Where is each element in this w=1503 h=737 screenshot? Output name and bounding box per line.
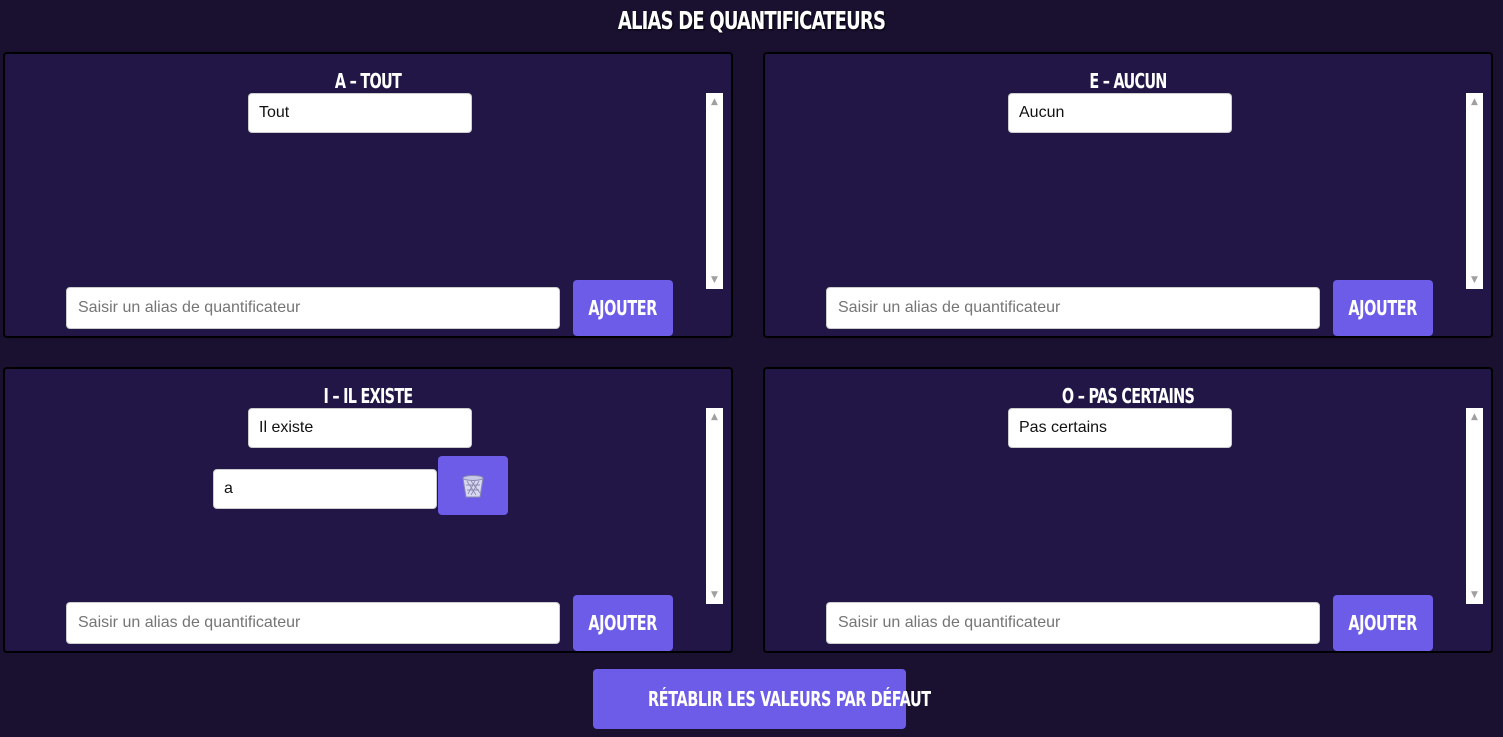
panel-title: O – PAS CERTAINS — [1061, 384, 1195, 408]
reset-defaults-button[interactable]: RÉTABLIR LES VALEURS PAR DÉFAUT — [593, 669, 931, 729]
scroll-up-icon[interactable]: ▲ — [1466, 410, 1483, 424]
panel-i: I – IL EXISTE Il existe a ▲ ▼ Saisir un … — [3, 367, 733, 653]
scroll-down-icon[interactable]: ▼ — [1466, 273, 1483, 287]
panel-a: A – TOUT Tout ▲ ▼ Saisir un alias de qua… — [3, 52, 733, 338]
add-button[interactable]: AJOUTER — [573, 595, 673, 651]
add-button-label: AJOUTER — [1348, 611, 1418, 635]
panel-title: A – TOUT — [334, 69, 402, 93]
page-title: ALIAS DE QUANTIFICATEURS — [617, 6, 886, 35]
scroll-down-icon[interactable]: ▼ — [1466, 588, 1483, 602]
add-button[interactable]: AJOUTER — [1333, 280, 1433, 336]
scroll-up-icon[interactable]: ▲ — [1466, 95, 1483, 109]
delete-alias-button[interactable] — [438, 456, 508, 515]
alias-field[interactable]: Il existe — [248, 408, 472, 448]
scroll-down-icon[interactable]: ▼ — [706, 273, 723, 287]
add-button[interactable]: AJOUTER — [1333, 595, 1433, 651]
add-alias-input[interactable]: Saisir un alias de quantificateur — [66, 287, 560, 329]
add-alias-input[interactable]: Saisir un alias de quantificateur — [66, 602, 560, 644]
alias-field[interactable]: a — [213, 469, 437, 509]
add-button-label: AJOUTER — [588, 296, 658, 320]
alias-field[interactable]: Aucun — [1008, 93, 1232, 133]
add-button-label: AJOUTER — [1348, 296, 1418, 320]
panel-title: I – IL EXISTE — [323, 384, 413, 408]
panel-o: O – PAS CERTAINS Pas certains ▲ ▼ Saisir… — [763, 367, 1493, 653]
add-alias-input[interactable]: Saisir un alias de quantificateur — [826, 287, 1320, 329]
add-alias-input[interactable]: Saisir un alias de quantificateur — [826, 602, 1320, 644]
panel-e: E – AUCUN Aucun ▲ ▼ Saisir un alias de q… — [763, 52, 1493, 338]
scrollbar[interactable]: ▲ ▼ — [706, 93, 723, 289]
add-button[interactable]: AJOUTER — [573, 280, 673, 336]
scroll-up-icon[interactable]: ▲ — [706, 410, 723, 424]
alias-field[interactable]: Pas certains — [1008, 408, 1232, 448]
panel-title: E – AUCUN — [1089, 69, 1167, 93]
scrollbar[interactable]: ▲ ▼ — [1466, 408, 1483, 604]
scrollbar[interactable]: ▲ ▼ — [1466, 93, 1483, 289]
alias-field[interactable]: Tout — [248, 93, 472, 133]
trash-icon — [462, 475, 484, 498]
scroll-down-icon[interactable]: ▼ — [706, 588, 723, 602]
reset-defaults-label: RÉTABLIR LES VALEURS PAR DÉFAUT — [647, 687, 931, 711]
scroll-up-icon[interactable]: ▲ — [706, 95, 723, 109]
scrollbar[interactable]: ▲ ▼ — [706, 408, 723, 604]
add-button-label: AJOUTER — [588, 611, 658, 635]
